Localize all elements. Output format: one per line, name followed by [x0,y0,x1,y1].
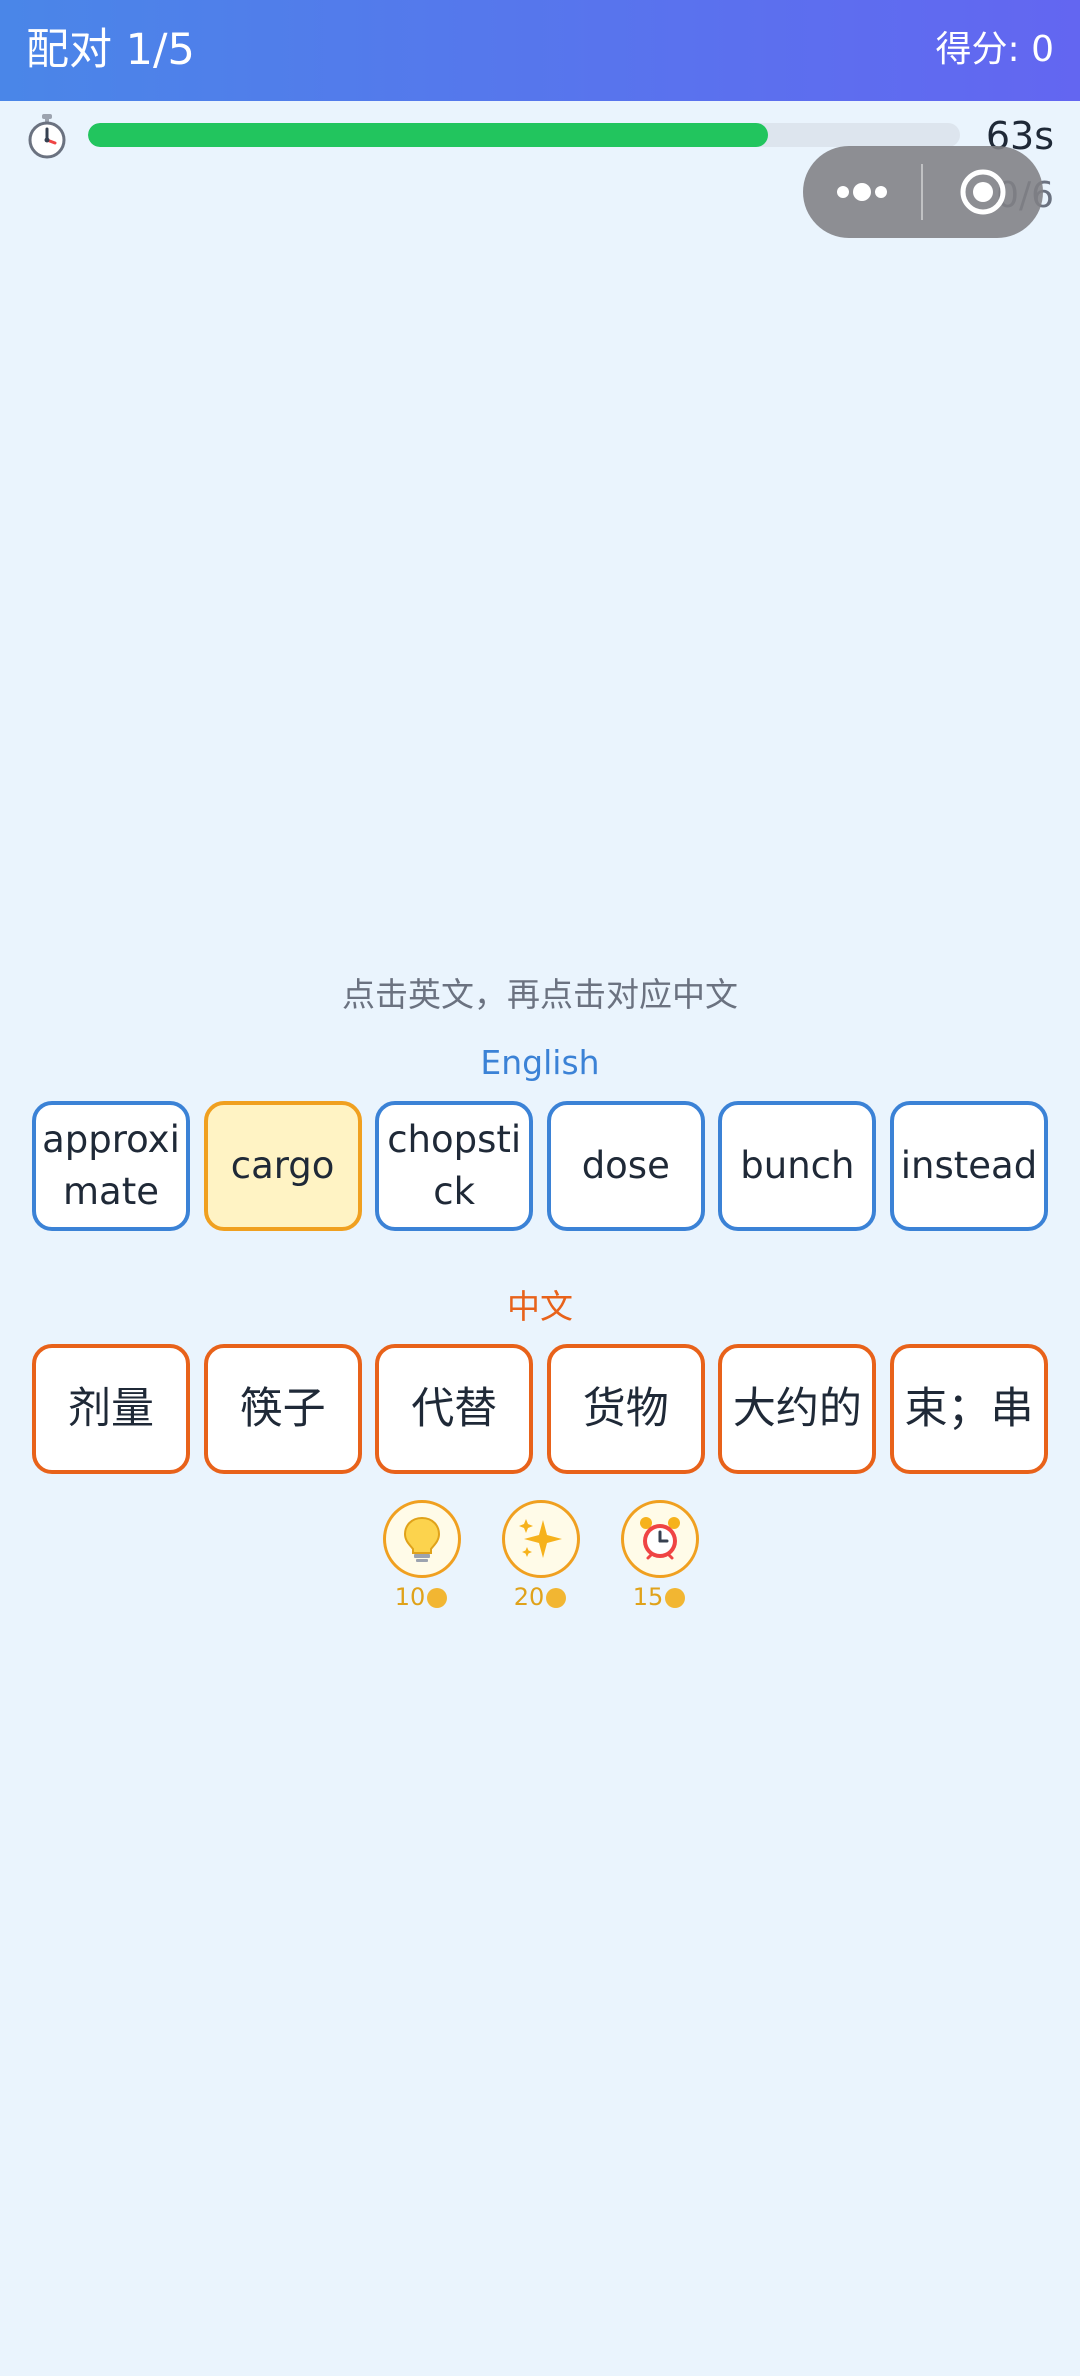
more-dots-icon [837,183,887,201]
magic-button[interactable] [502,1500,580,1578]
hint-button[interactable] [383,1500,461,1578]
time-cost: 15 [599,1582,719,1612]
chinese-card-bunch[interactable]: 束；串 [889,1344,1048,1474]
coin-bag-icon [427,1588,448,1608]
chinese-card-chopsticks[interactable]: 筷子 [203,1344,362,1474]
miniprogram-capsule [803,146,1043,238]
time-powerup[interactable]: 15 [619,1498,699,1616]
english-card-chopstick[interactable]: chopstick [375,1101,534,1231]
time-button[interactable] [621,1500,699,1578]
target-close-icon [960,169,1006,215]
english-section-label: English [480,1043,600,1082]
powerup-bar: 10 20 15 [0,1498,1080,1618]
english-card-dose[interactable]: dose [546,1101,705,1231]
coin-bag-icon [665,1588,686,1608]
coin-bag-icon [546,1588,567,1608]
time-progress-bar [88,123,960,147]
close-miniprogram-button[interactable] [923,146,1043,238]
chinese-card-row: 剂量 筷子 代替 货物 大约的 束；串 [32,1344,1048,1474]
english-card-row: approximate cargo chopstick dose bunch i… [32,1101,1048,1231]
round-title: 配对 1/5 [26,25,195,75]
magic-cost: 20 [480,1582,600,1612]
english-card-approximate[interactable]: approximate [32,1101,190,1231]
more-button[interactable] [803,146,921,238]
magic-powerup[interactable]: 20 [500,1498,580,1616]
hint-powerup[interactable]: 10 [381,1498,461,1616]
hint-cost: 10 [361,1582,481,1612]
score-display: 得分: 0 [935,29,1054,70]
alarm-clock-icon [640,1517,680,1560]
lightbulb-icon [403,1516,441,1562]
english-card-cargo[interactable]: cargo [203,1101,362,1231]
time-progress-fill [88,123,769,147]
chinese-section-label: 中文 [507,1287,573,1326]
english-card-bunch[interactable]: bunch [718,1101,877,1231]
top-bar: 配对 1/5 得分: 0 [0,0,1080,101]
chinese-card-approximate[interactable]: 大约的 [718,1344,877,1474]
sparkle-icon [519,1519,562,1558]
instruction-text: 点击英文，再点击对应中文 [342,975,738,1014]
english-card-instead[interactable]: instead [889,1101,1048,1231]
stopwatch-icon [28,114,66,159]
chinese-card-instead[interactable]: 代替 [375,1344,534,1474]
chinese-card-cargo[interactable]: 货物 [546,1344,705,1474]
chinese-card-dose[interactable]: 剂量 [32,1344,190,1474]
